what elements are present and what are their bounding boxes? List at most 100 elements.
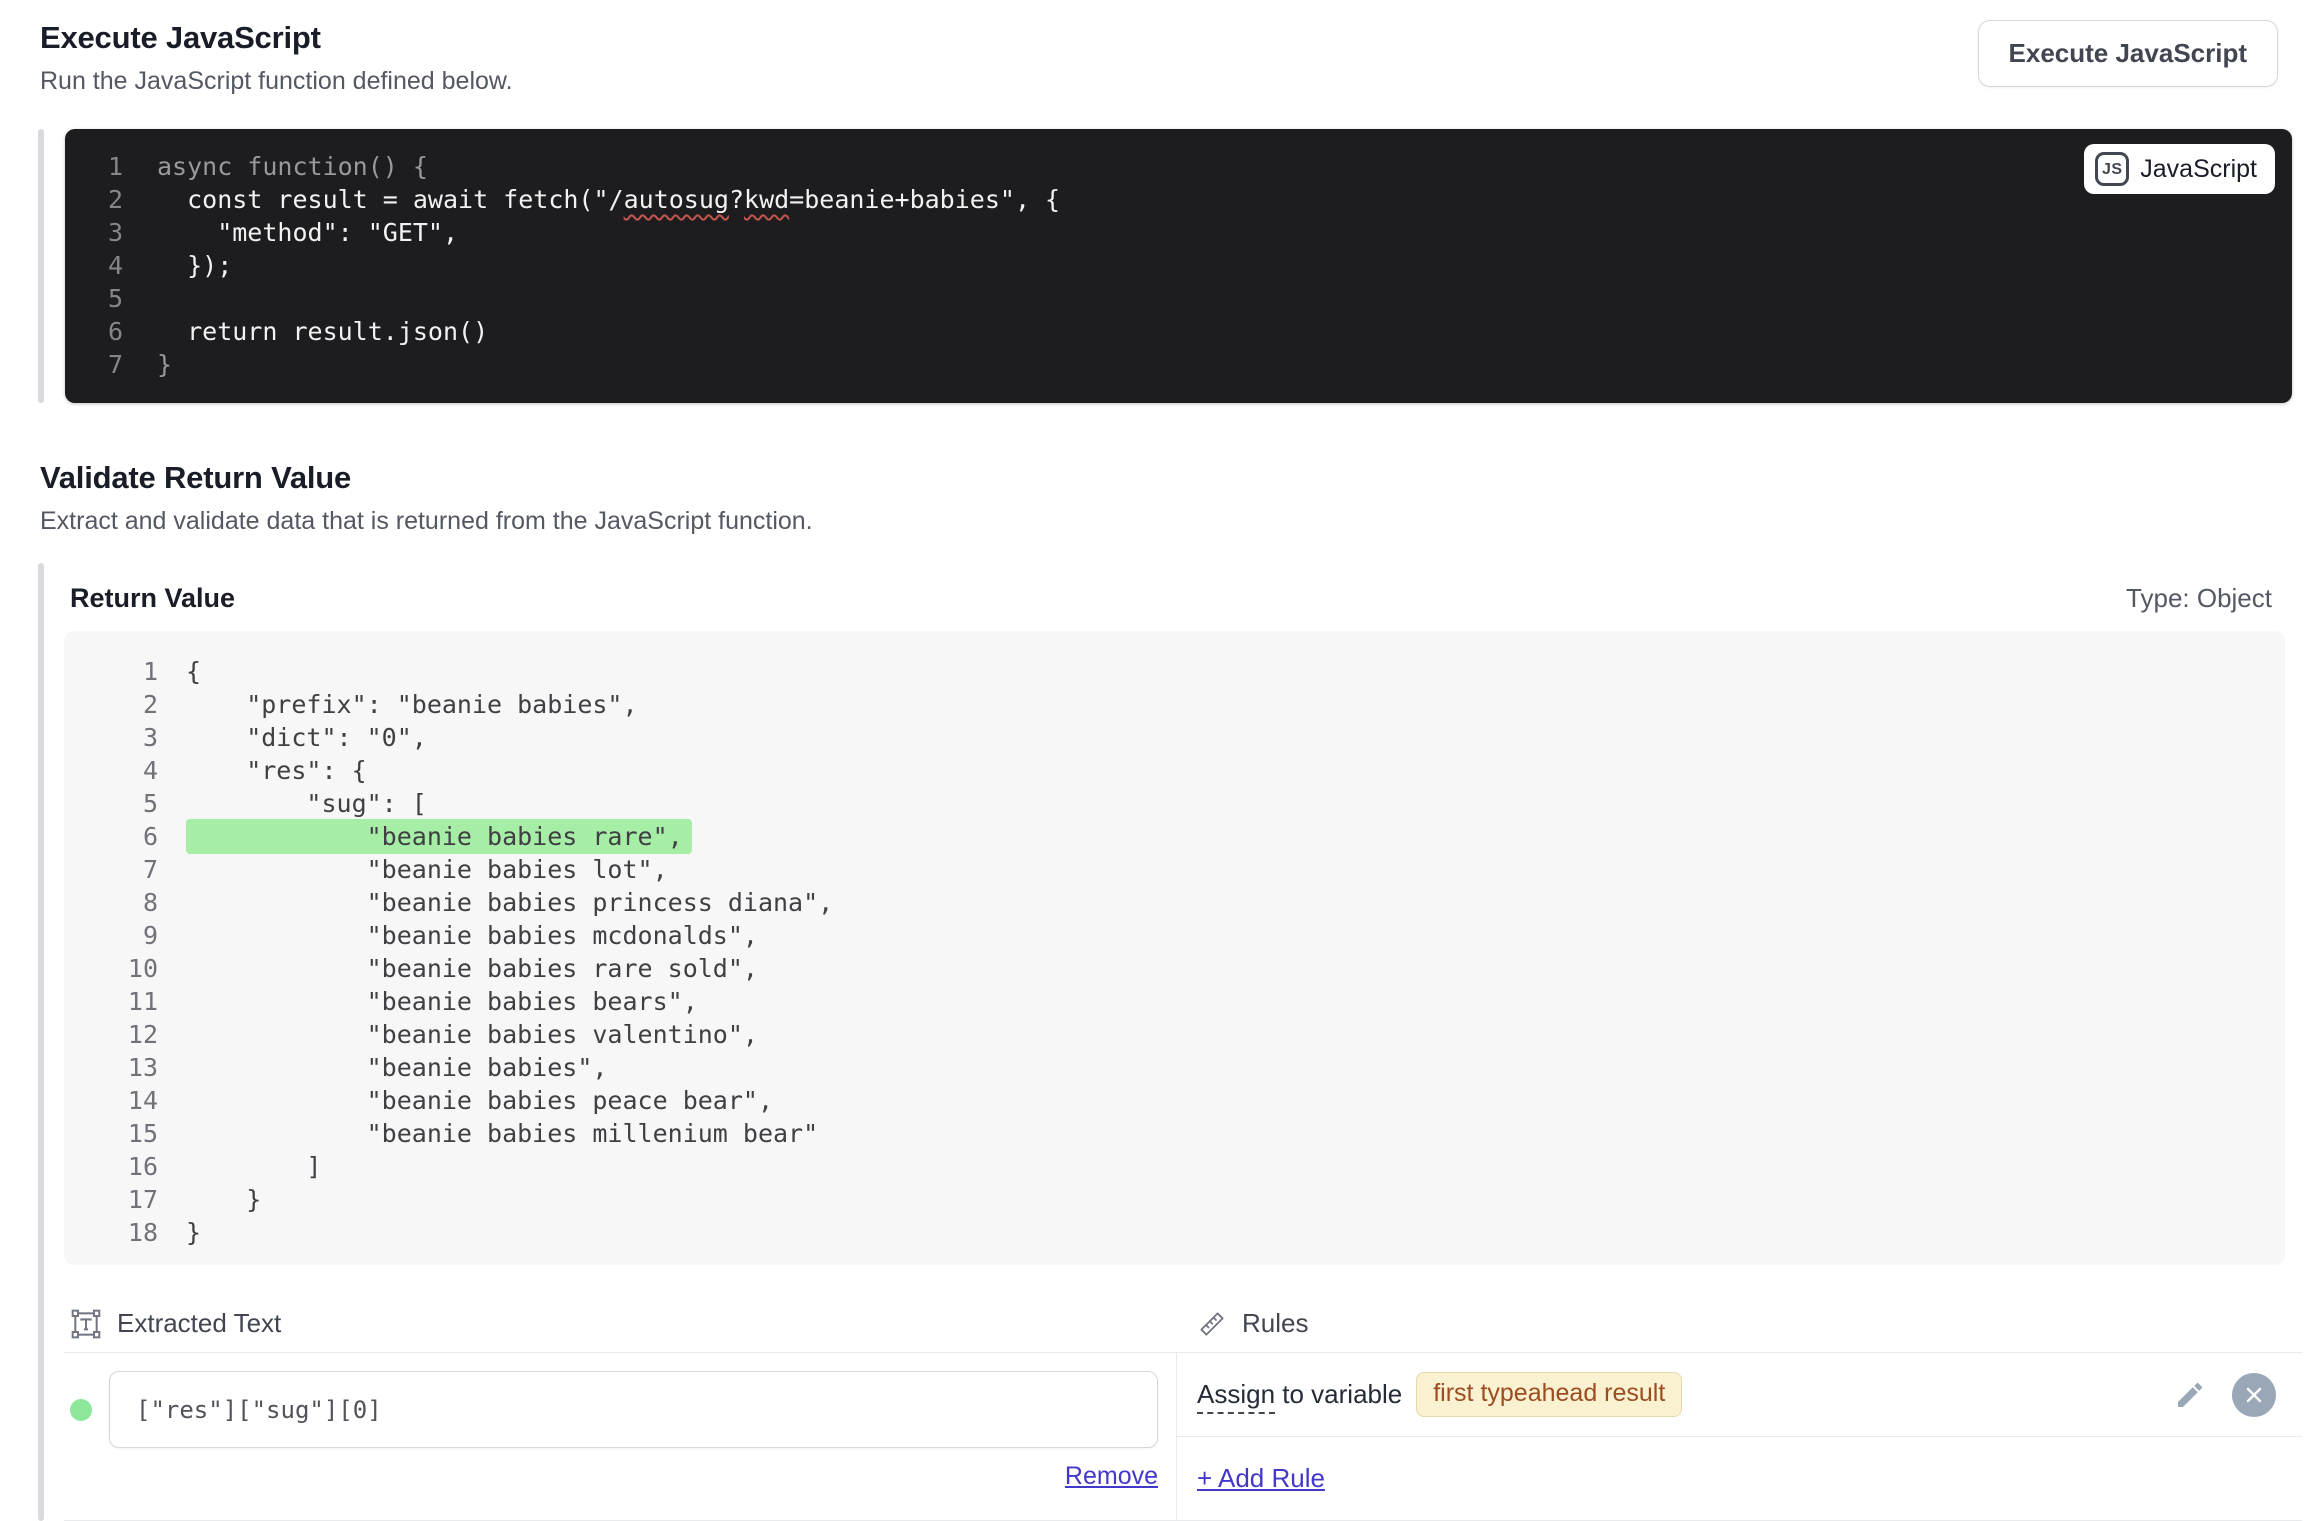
json-line[interactable]: 18}	[64, 1216, 2285, 1249]
json-line[interactable]: 16 ]	[64, 1150, 2285, 1183]
code-line[interactable]: 2 const result = await fetch("/autosug?k…	[65, 183, 2292, 216]
code-text: async function() {	[123, 150, 428, 183]
json-line[interactable]: 1{	[64, 655, 2285, 688]
json-text: "beanie babies lot",	[158, 853, 668, 886]
code-text: return result.json()	[123, 315, 488, 348]
json-text: "res": {	[158, 754, 367, 787]
line-number: 5	[64, 787, 158, 820]
return-value-header: Return Value Type: Object	[64, 563, 2302, 631]
code-text	[123, 282, 172, 315]
json-text: "beanie babies mcdonalds",	[158, 919, 758, 952]
code-line[interactable]: 7}	[65, 348, 2292, 381]
extract-row	[70, 1371, 1158, 1448]
line-number: 8	[64, 886, 158, 919]
line-number: 11	[64, 985, 158, 1018]
json-text: "dict": "0",	[158, 721, 427, 754]
card-body: Return Value Type: Object 1{2 "prefix": …	[64, 563, 2302, 1521]
validate-title: Validate Return Value	[40, 460, 2312, 496]
selected-json-highlight: "beanie babies rare",	[186, 819, 692, 854]
json-line[interactable]: 9 "beanie babies mcdonalds",	[64, 919, 2285, 952]
variable-badge: first typeahead result	[1416, 1372, 1682, 1417]
line-number: 5	[65, 282, 123, 315]
json-result-panel: 1{2 "prefix": "beanie babies",3 "dict": …	[64, 631, 2285, 1265]
json-text: "beanie babies peace bear",	[158, 1084, 773, 1117]
code-line[interactable]: 4 });	[65, 249, 2292, 282]
json-line[interactable]: 10 "beanie babies rare sold",	[64, 952, 2285, 985]
rules-label: Rules	[1242, 1308, 1308, 1339]
extraction-path-input[interactable]	[109, 1371, 1158, 1448]
json-text: }	[158, 1183, 261, 1216]
extracted-text-label: Extracted Text	[117, 1308, 281, 1339]
line-number: 3	[64, 721, 158, 754]
json-text: "beanie babies rare",	[158, 820, 692, 853]
json-line[interactable]: 17 }	[64, 1183, 2285, 1216]
json-text: "beanie babies bears",	[158, 985, 698, 1018]
extracted-text-column: Extracted Text Remove	[64, 1295, 1177, 1521]
json-line[interactable]: 2 "prefix": "beanie babies",	[64, 688, 2285, 721]
line-number: 7	[65, 348, 123, 381]
page-subtitle: Run the JavaScript function defined belo…	[40, 67, 513, 96]
code-line[interactable]: 1async function() {	[65, 150, 2292, 183]
header-text: Execute JavaScript Run the JavaScript fu…	[40, 20, 513, 96]
line-number: 17	[64, 1183, 158, 1216]
json-line[interactable]: 3 "dict": "0",	[64, 721, 2285, 754]
code-accent-bar	[38, 129, 44, 403]
json-line[interactable]: 14 "beanie babies peace bear",	[64, 1084, 2285, 1117]
add-rule-link[interactable]: + Add Rule	[1197, 1463, 1325, 1494]
code-lines: 1async function() {2 const result = awai…	[65, 150, 2292, 381]
remove-link[interactable]: Remove	[1065, 1462, 1158, 1490]
json-line[interactable]: 6 "beanie babies rare",	[64, 820, 2285, 853]
page-header: Execute JavaScript Run the JavaScript fu…	[0, 0, 2312, 96]
json-line[interactable]: 4 "res": {	[64, 754, 2285, 787]
line-number: 6	[65, 315, 123, 348]
rule-verb: Assign	[1197, 1379, 1275, 1414]
code-text: "method": "GET",	[123, 216, 458, 249]
json-text: {	[158, 655, 201, 688]
json-text: "beanie babies valentino",	[158, 1018, 758, 1051]
line-number: 12	[64, 1018, 158, 1051]
code-line[interactable]: 5	[65, 282, 2292, 315]
json-line[interactable]: 11 "beanie babies bears",	[64, 985, 2285, 1018]
code-text: }	[123, 348, 172, 381]
line-number: 2	[64, 688, 158, 721]
json-text: "beanie babies princess diana",	[158, 886, 833, 919]
line-number: 13	[64, 1051, 158, 1084]
ruler-icon	[1197, 1309, 1227, 1339]
json-text: "beanie babies rare sold",	[158, 952, 758, 985]
execute-javascript-button[interactable]: Execute JavaScript	[1978, 20, 2278, 87]
return-value-card: Return Value Type: Object 1{2 "prefix": …	[38, 563, 2302, 1521]
return-value-label: Return Value	[70, 583, 235, 614]
code-line[interactable]: 3 "method": "GET",	[65, 216, 2292, 249]
json-line[interactable]: 15 "beanie babies millenium bear"	[64, 1117, 2285, 1150]
json-line[interactable]: 8 "beanie babies princess diana",	[64, 886, 2285, 919]
extraction-grid: Extracted Text Remove	[64, 1295, 2302, 1521]
json-text: ]	[158, 1150, 321, 1183]
line-number: 9	[64, 919, 158, 952]
json-text: }	[158, 1216, 201, 1249]
json-line[interactable]: 13 "beanie babies",	[64, 1051, 2285, 1084]
line-number: 4	[65, 249, 123, 282]
line-number: 15	[64, 1117, 158, 1150]
line-number: 10	[64, 952, 158, 985]
code-section: JS JavaScript 1async function() {2 const…	[38, 129, 2292, 403]
rule-actions	[2174, 1373, 2276, 1417]
json-text: "beanie babies millenium bear"	[158, 1117, 818, 1150]
code-line[interactable]: 6 return result.json()	[65, 315, 2292, 348]
line-number: 3	[65, 216, 123, 249]
json-line[interactable]: 12 "beanie babies valentino",	[64, 1018, 2285, 1051]
extracted-text-header: Extracted Text	[64, 1295, 1177, 1353]
delete-rule-button[interactable]	[2232, 1373, 2276, 1417]
rule-row: Assign to variable first typeahead resul…	[1177, 1353, 2302, 1437]
javascript-code-editor[interactable]: JS JavaScript 1async function() {2 const…	[65, 129, 2292, 403]
return-type-label: Type: Object	[2126, 583, 2272, 614]
json-line[interactable]: 7 "beanie babies lot",	[64, 853, 2285, 886]
validate-section-header: Validate Return Value Extract and valida…	[40, 460, 2312, 536]
rule-rest: to variable	[1275, 1379, 1402, 1409]
extracted-text-body: Remove	[64, 1353, 1177, 1521]
edit-rule-button[interactable]	[2174, 1379, 2206, 1411]
rules-column: Rules Assign to variable first typeahead…	[1177, 1295, 2302, 1521]
rules-header: Rules	[1177, 1295, 2302, 1353]
json-line[interactable]: 5 "sug": [	[64, 787, 2285, 820]
page-title: Execute JavaScript	[40, 20, 513, 56]
line-number: 4	[64, 754, 158, 787]
